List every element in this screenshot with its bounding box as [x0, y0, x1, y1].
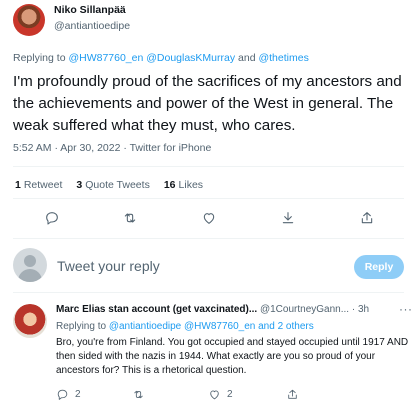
- tweet-time[interactable]: 5:52 AM: [13, 142, 52, 154]
- reply-author-name[interactable]: Marc Elias stan account (get vaxcinated)…: [56, 304, 257, 315]
- reply-reply-button[interactable]: 2: [56, 386, 81, 402]
- like-count: 2: [227, 388, 233, 400]
- reply-text: Bro, you're from Finland. You got occupi…: [56, 337, 409, 376]
- reply-author-avatar[interactable]: [13, 304, 47, 338]
- like-icon: [210, 390, 219, 399]
- retweet-icon: [134, 390, 143, 398]
- tweet-actions: [0, 208, 417, 228]
- replying-to: Replying to @HW87760_en @DouglasKMurray …: [13, 52, 309, 64]
- retweets-stat[interactable]: 1 Retweet: [15, 179, 62, 191]
- divider: [13, 166, 404, 167]
- likes-stat[interactable]: 16 Likes: [164, 179, 203, 191]
- tweet-stats: 1 Retweet 3 Quote Tweets 16 Likes: [15, 179, 203, 191]
- reply-tweet[interactable]: Marc Elias stan account (get vaxcinated)…: [0, 300, 417, 405]
- retweet-button[interactable]: [120, 208, 140, 228]
- replying-prefix: Replying to: [13, 52, 66, 64]
- reply-like-button[interactable]: 2: [208, 386, 233, 402]
- reply-author-handle[interactable]: @1CourtneyGann...: [260, 304, 349, 315]
- more-options-icon[interactable]: ···: [399, 302, 413, 316]
- user-avatar[interactable]: [13, 248, 47, 282]
- mention-link[interactable]: @thetimes: [258, 52, 308, 64]
- share-icon: [361, 212, 373, 224]
- share-icon: [288, 389, 297, 399]
- others-link[interactable]: and 2 others: [258, 321, 314, 332]
- replying-and: and: [238, 52, 256, 64]
- bookmark-button[interactable]: [278, 208, 298, 228]
- tweet-text: I'm profoundly proud of the sacrifices o…: [13, 73, 402, 134]
- reply-composer: Tweet your reply Reply: [0, 246, 417, 286]
- like-button[interactable]: [199, 208, 219, 228]
- mention-link[interactable]: @antiantioedipe: [109, 321, 181, 332]
- author-handle[interactable]: @antiantioedipe: [54, 20, 130, 32]
- author-avatar[interactable]: [13, 4, 45, 36]
- reply-time[interactable]: 3h: [358, 304, 369, 315]
- mention-link[interactable]: @DouglasKMurray: [146, 52, 235, 64]
- share-button[interactable]: [357, 208, 377, 228]
- reply-button[interactable]: [42, 208, 62, 228]
- mention-link[interactable]: @HW87760_en: [68, 52, 143, 64]
- divider: [13, 238, 404, 239]
- author-name[interactable]: Niko Sillanpää: [54, 4, 126, 16]
- like-icon: [203, 213, 215, 224]
- reply-input[interactable]: Tweet your reply: [57, 258, 160, 274]
- reply-icon: [46, 212, 58, 225]
- reply-icon: [57, 389, 68, 400]
- divider: [13, 198, 404, 199]
- reply-replying-to: Replying to @antiantioedipe @HW87760_en …: [56, 321, 314, 332]
- reply-count: 2: [75, 388, 81, 400]
- tweet-source: Twitter for iPhone: [129, 142, 212, 154]
- tweet-date[interactable]: Apr 30, 2022: [60, 142, 120, 154]
- reply-retweet-button[interactable]: [132, 386, 145, 402]
- reply-submit-button[interactable]: Reply: [354, 255, 404, 279]
- quote-tweets-stat[interactable]: 3 Quote Tweets: [76, 179, 149, 191]
- divider: [13, 292, 404, 293]
- tweet-meta: 5:52 AM · Apr 30, 2022 · Twitter for iPh…: [13, 142, 212, 154]
- reply-share-button[interactable]: [286, 386, 299, 402]
- reply-actions: 2 2: [56, 386, 410, 402]
- bookmark-icon: [282, 212, 294, 224]
- retweet-icon: [124, 213, 136, 223]
- reply-header: Marc Elias stan account (get vaxcinated)…: [56, 304, 370, 315]
- mention-link[interactable]: @HW87760_en: [184, 321, 255, 332]
